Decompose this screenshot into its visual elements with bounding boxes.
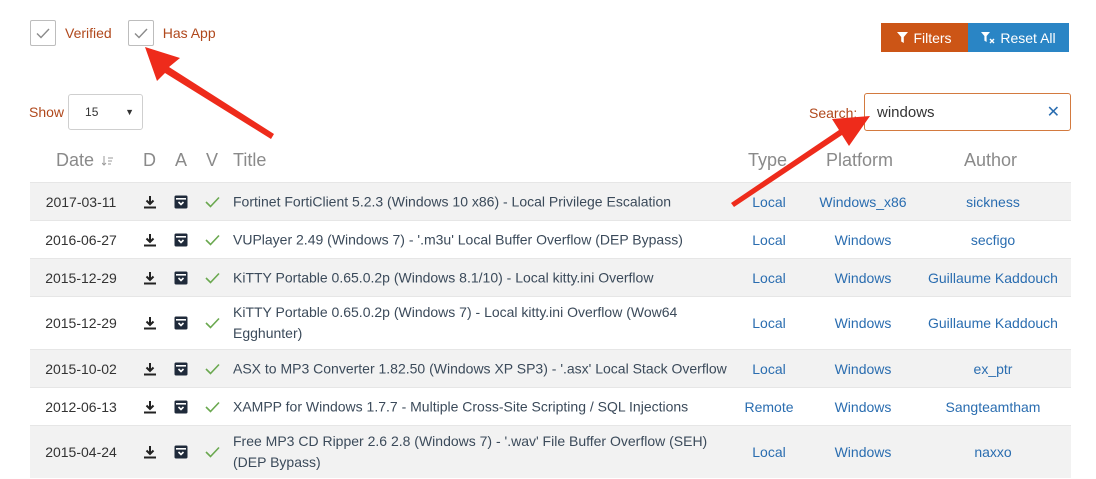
- row-date: 2015-12-29: [45, 315, 117, 331]
- row-type-link[interactable]: Local: [734, 232, 804, 248]
- table-row: 2015-12-29 KiTTY Portable 0.65.0.2p (Win…: [30, 296, 1071, 349]
- row-type-link[interactable]: Local: [734, 315, 804, 331]
- row-author-link[interactable]: Guillaume Kaddouch: [923, 315, 1063, 331]
- show-entries-select[interactable]: 15 ▼: [68, 94, 144, 130]
- row-author-link[interactable]: naxxo: [923, 444, 1063, 460]
- verified-checkbox[interactable]: Verified: [30, 20, 112, 46]
- row-title-link[interactable]: KiTTY Portable 0.65.0.2p (Windows 7) - L…: [233, 302, 733, 344]
- verified-check-icon: [205, 272, 220, 284]
- column-header-type[interactable]: Type: [748, 150, 787, 171]
- column-header-author[interactable]: Author: [964, 150, 1017, 171]
- column-header-date[interactable]: Date: [56, 150, 114, 171]
- download-icon[interactable]: [143, 362, 157, 376]
- app-icon[interactable]: [174, 233, 188, 247]
- arrow-to-has-app: [145, 47, 274, 139]
- app-icon[interactable]: [174, 400, 188, 414]
- app-icon[interactable]: [174, 316, 188, 330]
- reset-all-button-label: Reset All: [1000, 29, 1056, 46]
- row-author-link[interactable]: secfigo: [923, 232, 1063, 248]
- show-entries: Show 15 ▼: [29, 94, 144, 130]
- row-type-link[interactable]: Remote: [734, 399, 804, 415]
- show-entries-value: 15: [85, 105, 99, 119]
- filters-button-label: Filters: [913, 29, 952, 46]
- row-author-link[interactable]: Sangteamtham: [923, 399, 1063, 415]
- row-platform-link[interactable]: Windows: [810, 315, 916, 331]
- verified-check-icon: [205, 317, 220, 329]
- has-app-label: Has App: [162, 25, 216, 41]
- row-title-link[interactable]: Free MP3 CD Ripper 2.6 2.8 (Windows 7) -…: [233, 431, 733, 473]
- download-icon[interactable]: [143, 445, 157, 459]
- column-header-title[interactable]: Title: [233, 150, 266, 171]
- row-type-link[interactable]: Local: [734, 270, 804, 286]
- row-platform-link[interactable]: Windows: [810, 399, 916, 415]
- row-platform-link[interactable]: Windows_x86: [810, 194, 916, 210]
- app-icon[interactable]: [174, 195, 188, 209]
- row-author-link[interactable]: Guillaume Kaddouch: [923, 270, 1063, 286]
- filter-icon: [897, 32, 909, 43]
- reset-all-button[interactable]: Reset All: [968, 23, 1069, 52]
- app-icon[interactable]: [174, 362, 188, 376]
- row-author-link[interactable]: sickness: [923, 194, 1063, 210]
- caret-down-icon: ▼: [125, 107, 135, 117]
- row-type-link[interactable]: Local: [734, 444, 804, 460]
- verified-checkbox-box[interactable]: [30, 20, 56, 46]
- table-row: 2015-10-02 ASX to MP3 Converter 1.82.50 …: [30, 349, 1071, 387]
- row-title-link[interactable]: XAMPP for Windows 1.7.7 - Multiple Cross…: [233, 396, 733, 417]
- row-author-link[interactable]: ex_ptr: [923, 361, 1063, 377]
- close-icon[interactable]: ✕: [1047, 102, 1060, 122]
- verified-label: Verified: [65, 25, 112, 41]
- check-icon: [36, 28, 50, 39]
- row-title-link[interactable]: KiTTY Portable 0.65.0.2p (Windows 8.1/10…: [233, 267, 733, 288]
- row-title-link[interactable]: ASX to MP3 Converter 1.82.50 (Windows XP…: [233, 358, 733, 379]
- filters-button[interactable]: Filters: [881, 23, 968, 52]
- exploits-table: 2017-03-11 Fortinet FortiClient 5.2.3 (W…: [30, 182, 1071, 478]
- table-row: 2017-03-11 Fortinet FortiClient 5.2.3 (W…: [30, 182, 1071, 220]
- verified-check-icon: [205, 401, 220, 413]
- verified-check-icon: [205, 363, 220, 375]
- row-date: 2015-04-24: [45, 444, 117, 460]
- column-header-platform[interactable]: Platform: [826, 150, 893, 171]
- row-date: 2017-03-11: [45, 193, 117, 210]
- has-app-checkbox[interactable]: Has App: [127, 20, 216, 46]
- row-date: 2015-10-02: [45, 360, 117, 377]
- download-icon[interactable]: [143, 233, 157, 247]
- verified-check-icon: [205, 234, 220, 246]
- row-platform-link[interactable]: Windows: [810, 232, 916, 248]
- row-platform-link[interactable]: Windows: [810, 444, 916, 460]
- search-input-value[interactable]: windows: [877, 104, 1047, 121]
- row-platform-link[interactable]: Windows: [810, 361, 916, 377]
- search-label: Search:: [809, 105, 858, 121]
- has-app-checkbox-box[interactable]: [127, 20, 154, 46]
- column-header-v[interactable]: V: [206, 150, 218, 171]
- table-row: 2012-06-13 XAMPP for Windows 1.7.7 - Mul…: [30, 387, 1071, 425]
- row-title-link[interactable]: Fortinet FortiClient 5.2.3 (Windows 10 x…: [233, 191, 733, 212]
- table-row: 2015-12-29 KiTTY Portable 0.65.0.2p (Win…: [30, 258, 1071, 296]
- table-row: 2016-06-27 VUPlayer 2.49 (Windows 7) - '…: [30, 220, 1071, 258]
- show-label: Show: [29, 104, 65, 120]
- download-icon[interactable]: [143, 195, 157, 209]
- row-type-link[interactable]: Local: [734, 361, 804, 377]
- search-input[interactable]: windows ✕: [864, 93, 1071, 131]
- filter-checkboxes: Verified Has App: [30, 20, 232, 46]
- row-type-link[interactable]: Local: [734, 194, 804, 210]
- table-row: 2015-04-24 Free MP3 CD Ripper 2.6 2.8 (W…: [30, 425, 1071, 478]
- row-date: 2012-06-13: [45, 398, 117, 415]
- check-icon: [134, 28, 148, 39]
- download-icon[interactable]: [143, 400, 157, 414]
- row-date: 2016-06-27: [45, 231, 117, 248]
- app-icon[interactable]: [174, 271, 188, 285]
- sort-icon: [101, 156, 114, 166]
- download-icon[interactable]: [143, 316, 157, 330]
- reset-filter-icon: [981, 31, 995, 43]
- row-date: 2015-12-29: [45, 269, 117, 286]
- column-header-d[interactable]: D: [143, 150, 156, 171]
- row-platform-link[interactable]: Windows: [810, 270, 916, 286]
- verified-check-icon: [205, 446, 220, 458]
- column-header-a[interactable]: A: [175, 150, 187, 171]
- app-icon[interactable]: [174, 445, 188, 459]
- column-header-date-label: Date: [56, 150, 95, 170]
- row-title-link[interactable]: VUPlayer 2.49 (Windows 7) - '.m3u' Local…: [233, 229, 733, 250]
- verified-check-icon: [205, 196, 220, 208]
- download-icon[interactable]: [143, 271, 157, 285]
